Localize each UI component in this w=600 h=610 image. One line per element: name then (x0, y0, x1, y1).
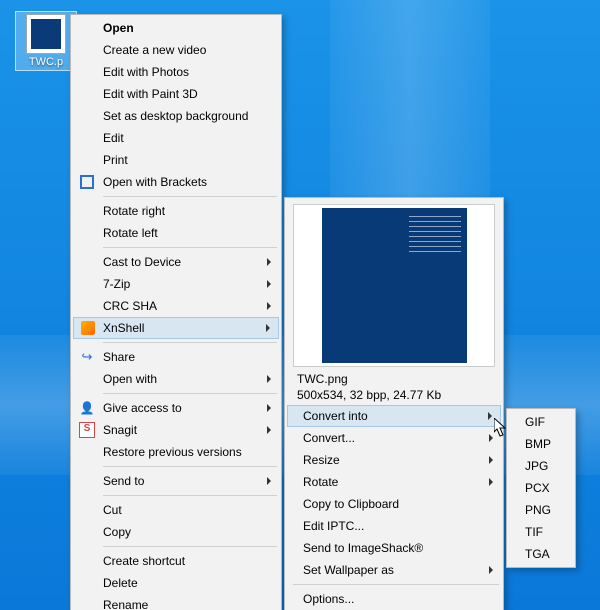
menu-rotate-right[interactable]: Rotate right (73, 200, 279, 222)
separator (103, 196, 277, 197)
menu-open-with[interactable]: Open with (73, 368, 279, 390)
menu-send-to[interactable]: Send to (73, 470, 279, 492)
chevron-right-icon (267, 426, 271, 434)
xnshell-submenu: TWC.png 500x534, 32 bpp, 24.77 Kb Conver… (284, 197, 504, 610)
preview-panel (293, 204, 495, 367)
preview-info: TWC.png 500x534, 32 bpp, 24.77 Kb (297, 371, 495, 403)
chevron-right-icon (267, 375, 271, 383)
format-bmp[interactable]: BMP (509, 433, 573, 455)
chevron-right-icon (489, 478, 493, 486)
submenu-copy-clipboard[interactable]: Copy to Clipboard (287, 493, 501, 515)
menu-cut[interactable]: Cut (73, 499, 279, 521)
share-icon: ↪ (79, 349, 95, 365)
menu-cast[interactable]: Cast to Device (73, 251, 279, 273)
context-menu: Open Create a new video Edit with Photos… (70, 14, 282, 610)
menu-delete[interactable]: Delete (73, 572, 279, 594)
desktop-file-icon[interactable]: TWC.p (18, 14, 74, 68)
separator (103, 247, 277, 248)
menu-share[interactable]: ↪ Share (73, 346, 279, 368)
menu-give-access[interactable]: 👤 Give access to (73, 397, 279, 419)
chevron-right-icon (267, 404, 271, 412)
menu-edit-paint3d[interactable]: Edit with Paint 3D (73, 83, 279, 105)
menu-copy[interactable]: Copy (73, 521, 279, 543)
convert-into-submenu: GIF BMP JPG PCX PNG TIF TGA (506, 408, 576, 568)
separator (293, 584, 499, 585)
chevron-right-icon (267, 302, 271, 310)
format-jpg[interactable]: JPG (509, 455, 573, 477)
menu-snagit[interactable]: S Snagit (73, 419, 279, 441)
menu-set-wallpaper[interactable]: Set as desktop background (73, 105, 279, 127)
chevron-right-icon (267, 280, 271, 288)
menu-xnshell[interactable]: XnShell (73, 317, 279, 339)
separator (103, 342, 277, 343)
menu-rename[interactable]: Rename (73, 594, 279, 610)
format-png[interactable]: PNG (509, 499, 573, 521)
separator (103, 393, 277, 394)
chevron-right-icon (488, 412, 492, 420)
menu-edit[interactable]: Edit (73, 127, 279, 149)
separator (103, 546, 277, 547)
preview-fileinfo: 500x534, 32 bpp, 24.77 Kb (297, 387, 495, 403)
chevron-right-icon (489, 456, 493, 464)
menu-open[interactable]: Open (73, 17, 279, 39)
format-tif[interactable]: TIF (509, 521, 573, 543)
give-access-icon: 👤 (79, 400, 95, 416)
preview-image (322, 208, 467, 363)
menu-create-shortcut[interactable]: Create shortcut (73, 550, 279, 572)
submenu-rotate[interactable]: Rotate (287, 471, 501, 493)
submenu-imageshack[interactable]: Send to ImageShack® (287, 537, 501, 559)
chevron-right-icon (267, 477, 271, 485)
menu-edit-photos[interactable]: Edit with Photos (73, 61, 279, 83)
menu-open-brackets[interactable]: Open with Brackets (73, 171, 279, 193)
menu-crc-sha[interactable]: CRC SHA (73, 295, 279, 317)
separator (103, 495, 277, 496)
format-gif[interactable]: GIF (509, 411, 573, 433)
format-tga[interactable]: TGA (509, 543, 573, 565)
submenu-options[interactable]: Options... (287, 588, 501, 610)
submenu-resize[interactable]: Resize (287, 449, 501, 471)
menu-create-video[interactable]: Create a new video (73, 39, 279, 61)
snagit-icon: S (79, 422, 95, 438)
submenu-convert[interactable]: Convert... (287, 427, 501, 449)
chevron-right-icon (266, 324, 270, 332)
chevron-right-icon (489, 566, 493, 574)
desktop-file-label: TWC.p (18, 56, 74, 68)
menu-print[interactable]: Print (73, 149, 279, 171)
menu-rotate-left[interactable]: Rotate left (73, 222, 279, 244)
submenu-convert-into[interactable]: Convert into (287, 405, 501, 427)
chevron-right-icon (267, 258, 271, 266)
file-thumbnail-icon (26, 14, 66, 54)
format-pcx[interactable]: PCX (509, 477, 573, 499)
brackets-icon (79, 174, 95, 190)
chevron-right-icon (489, 434, 493, 442)
preview-filename: TWC.png (297, 371, 495, 387)
submenu-set-wallpaper[interactable]: Set Wallpaper as (287, 559, 501, 581)
separator (103, 466, 277, 467)
xnshell-icon (80, 320, 96, 336)
menu-restore-previous[interactable]: Restore previous versions (73, 441, 279, 463)
submenu-edit-iptc[interactable]: Edit IPTC... (287, 515, 501, 537)
menu-7zip[interactable]: 7-Zip (73, 273, 279, 295)
